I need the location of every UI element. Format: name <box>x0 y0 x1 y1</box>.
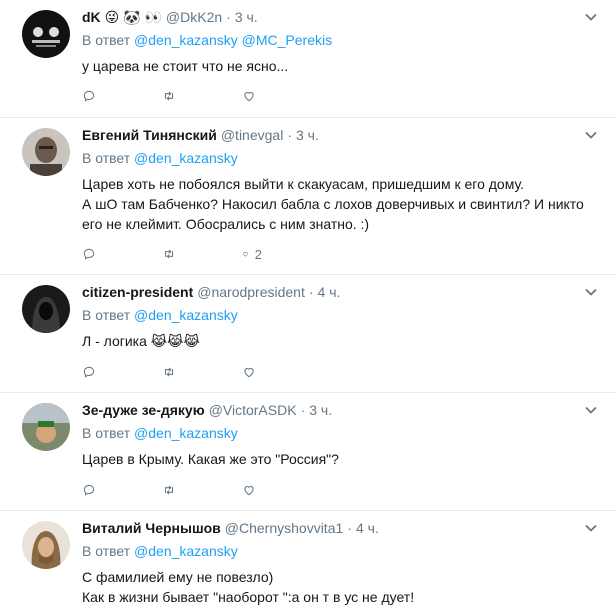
tweet[interactable]: Евгений Тинянский @tinevgal · 3 ч. В отв… <box>0 118 616 275</box>
tweet-body: Виталий Чернышов @Chernyshovvita1 · 4 ч.… <box>82 519 596 607</box>
like-button[interactable] <box>242 481 262 499</box>
chevron-down-icon[interactable] <box>584 403 598 417</box>
tweet-text: у царева не стоит что не ясно... <box>82 58 289 74</box>
tweet[interactable]: Виталий Чернышов @Chernyshovvita1 · 4 ч.… <box>0 511 616 614</box>
mention-link[interactable]: @den_kazansky <box>134 425 238 441</box>
reply-prefix: В ответ <box>82 307 131 323</box>
retweet-button[interactable] <box>162 245 182 263</box>
display-name[interactable]: Зе-дуже зе-дякую <box>82 401 205 420</box>
user-handle[interactable]: @DkK2n <box>166 8 222 27</box>
tweet-actions <box>82 87 322 105</box>
separator-dot: · <box>226 9 231 25</box>
reply-icon <box>83 484 95 496</box>
tweet-text: Царев хоть не побоялся выйти к скакуасам… <box>82 176 584 232</box>
mention-link[interactable]: @den_kazansky <box>134 150 238 166</box>
reply-button[interactable] <box>82 481 102 499</box>
reply-context: В ответ @den_kazansky <box>82 149 596 168</box>
retweet-button[interactable] <box>162 481 182 499</box>
user-handle[interactable]: @tinevgal <box>221 126 283 145</box>
tweet-actions <box>82 481 322 499</box>
tweet-actions: 2 <box>82 245 322 263</box>
chevron-down-icon[interactable] <box>584 10 598 24</box>
reply-button[interactable] <box>82 245 102 263</box>
reply-prefix: В ответ <box>82 425 131 441</box>
retweet-icon <box>164 91 174 101</box>
timestamp[interactable]: 3 ч. <box>309 401 332 420</box>
display-name[interactable]: citizen-president <box>82 283 193 302</box>
tweet-feed: dK 😜 🐼 👀 @DkK2n · 3 ч. В ответ @den_kaza… <box>0 0 616 614</box>
tweet-body: dK 😜 🐼 👀 @DkK2n · 3 ч. В ответ @den_kaza… <box>82 8 596 76</box>
avatar[interactable] <box>22 403 70 451</box>
display-name[interactable]: dK <box>82 8 101 27</box>
reply-icon <box>83 90 95 102</box>
reply-context: В ответ @den_kazansky <box>82 424 596 443</box>
tweet-header: dK 😜 🐼 👀 @DkK2n · 3 ч. <box>82 8 596 27</box>
tweet-body: Евгений Тинянский @tinevgal · 3 ч. В отв… <box>82 126 596 234</box>
user-handle[interactable]: @narodpresident <box>197 283 305 302</box>
reply-context: В ответ @den_kazansky @MC_Perekis <box>82 31 596 50</box>
separator-dot: · <box>347 520 352 536</box>
heart-icon <box>244 486 254 496</box>
tweet-header: citizen-president @narodpresident · 4 ч. <box>82 283 596 302</box>
reply-prefix: В ответ <box>82 150 131 166</box>
separator-dot: · <box>308 284 314 300</box>
tweet-actions <box>82 363 322 381</box>
retweet-button[interactable] <box>162 363 182 381</box>
chevron-down-icon[interactable] <box>584 285 598 299</box>
mention-link[interactable]: @den_kazansky @MC_Perekis <box>134 32 332 48</box>
tweet-body: Зе-дуже зе-дякую @VictorASDK · 3 ч. В от… <box>82 401 596 469</box>
tweet-header: Зе-дуже зе-дякую @VictorASDK · 3 ч. <box>82 401 596 420</box>
reply-prefix: В ответ <box>82 32 131 48</box>
retweet-icon <box>164 367 174 377</box>
reply-context: В ответ @den_kazansky <box>82 542 596 561</box>
tweet-text: С фамилией ему не повезло) Как в жизни б… <box>82 569 415 605</box>
timestamp[interactable]: 3 ч. <box>235 8 258 27</box>
tweet[interactable]: Зе-дуже зе-дякую @VictorASDK · 3 ч. В от… <box>0 393 616 511</box>
retweet-button[interactable] <box>162 87 182 105</box>
separator-dot: · <box>287 127 292 143</box>
like-button[interactable]: 2 <box>242 245 262 263</box>
reply-button[interactable] <box>82 87 102 105</box>
like-button[interactable] <box>242 87 262 105</box>
reply-icon <box>83 248 95 260</box>
reply-icon <box>83 366 95 378</box>
avatar[interactable] <box>22 128 70 176</box>
separator-dot: · <box>300 402 306 418</box>
avatar[interactable] <box>22 285 70 333</box>
tweet-header: Виталий Чернышов @Chernyshovvita1 · 4 ч. <box>82 519 596 538</box>
avatar[interactable] <box>22 10 70 58</box>
tweet[interactable]: citizen-president @narodpresident · 4 ч.… <box>0 275 616 393</box>
user-handle[interactable]: @Chernyshovvita1 <box>225 519 344 538</box>
tweet[interactable]: dK 😜 🐼 👀 @DkK2n · 3 ч. В ответ @den_kaza… <box>0 0 616 118</box>
heart-icon <box>244 368 254 378</box>
name-emojis: 😜 🐼 👀 <box>104 9 162 25</box>
tweet-text: Царев в Крыму. Какая же это "Россия"? <box>82 451 339 467</box>
retweet-icon <box>164 485 174 495</box>
display-name[interactable]: Виталий Чернышов <box>82 519 221 538</box>
mention-link[interactable]: @den_kazansky <box>134 307 238 323</box>
reply-context: В ответ @den_kazansky <box>82 306 596 325</box>
tweet-body: citizen-president @narodpresident · 4 ч.… <box>82 283 596 351</box>
tweet-text: Л - логика 😹😹😹 <box>82 333 200 349</box>
timestamp[interactable]: 4 ч. <box>318 283 341 302</box>
retweet-icon <box>164 249 174 259</box>
user-handle[interactable]: @VictorASDK <box>209 401 297 420</box>
mention-link[interactable]: @den_kazansky <box>134 543 238 559</box>
heart-icon <box>244 92 254 102</box>
reply-prefix: В ответ <box>82 543 131 559</box>
timestamp[interactable]: 3 ч. <box>296 126 319 145</box>
heart-icon <box>243 252 248 257</box>
chevron-down-icon[interactable] <box>584 521 598 535</box>
like-button[interactable] <box>242 363 262 381</box>
avatar[interactable] <box>22 521 70 569</box>
tweet-header: Евгений Тинянский @tinevgal · 3 ч. <box>82 126 596 145</box>
chevron-down-icon[interactable] <box>584 128 598 142</box>
reply-button[interactable] <box>82 363 102 381</box>
like-count: 2 <box>254 246 262 262</box>
display-name[interactable]: Евгений Тинянский <box>82 126 217 145</box>
timestamp[interactable]: 4 ч. <box>356 519 379 538</box>
